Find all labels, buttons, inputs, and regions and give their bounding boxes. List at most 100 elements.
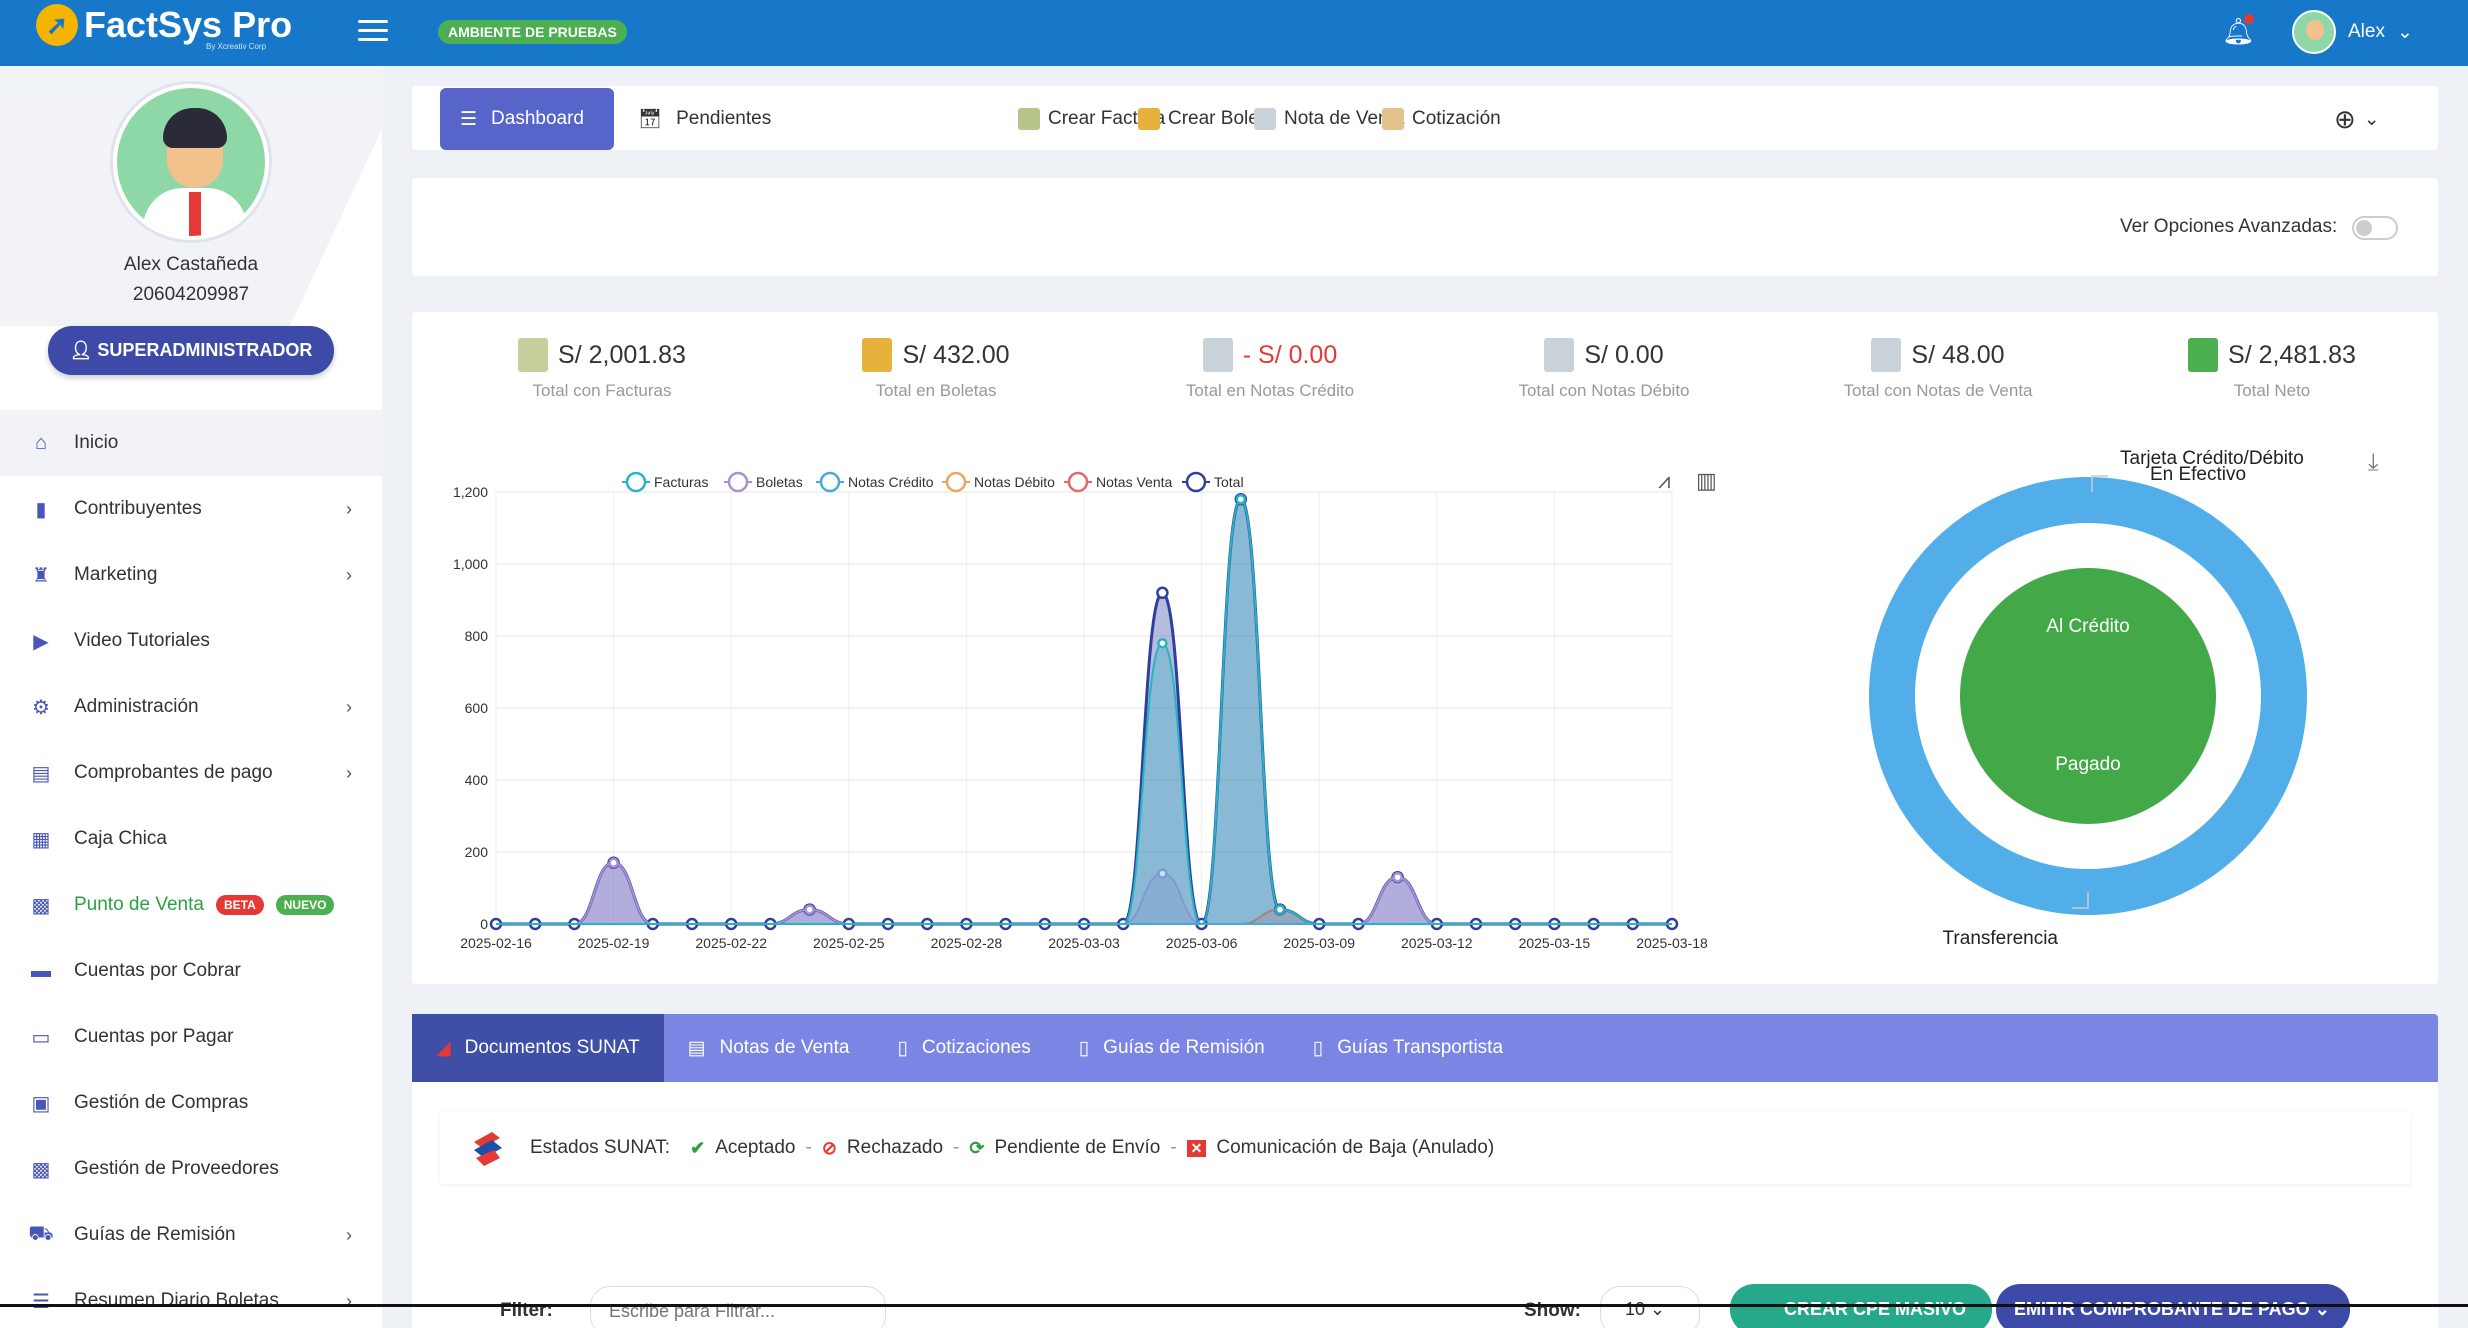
chevron-right-icon: ›: [346, 696, 352, 717]
dashboard-stats-card: S/ 2,001.83 Total con Facturas S/ 432.00…: [412, 312, 2438, 984]
x-tick-label: 2025-03-12: [1401, 935, 1473, 951]
document-icon: ▤: [31, 762, 51, 785]
legend-marker: [819, 471, 841, 493]
tab-guias-de-remision[interactable]: ▯ Guías de Remisión: [1055, 1014, 1289, 1082]
store-icon: ▩: [31, 894, 51, 917]
legend-label: Notas Débito: [974, 474, 1055, 490]
sidebar-item-resumen-diario-boletas[interactable]: ☰ Resumen Diario Boletas ›: [0, 1268, 382, 1328]
legend-marker: [1067, 471, 1089, 493]
list-icon: ☰: [32, 1290, 50, 1313]
charts-area: 0 200 400 600 800 1,000 1,200 2025-02-16 2025-02…: [453, 448, 2379, 951]
filter-input[interactable]: [590, 1286, 886, 1328]
x-tick-label: 2025-03-03: [1048, 935, 1120, 951]
x-tick-label: 2025-02-19: [578, 935, 650, 951]
sidebar-item-gu-as-de-remisi-n[interactable]: ⛟ Guías de Remisión ›: [0, 1202, 382, 1268]
quotation-button[interactable]: Cotización: [1382, 88, 1501, 150]
legend-label: Boletas: [756, 474, 803, 490]
x-tick-label: 2025-03-06: [1166, 935, 1238, 951]
more-actions-button[interactable]: ⊕ ⌄: [2334, 88, 2380, 150]
x-tick-label: 2025-03-15: [1519, 935, 1591, 951]
document-arrow-icon: ▯: [1312, 1037, 1324, 1059]
tab-pendientes[interactable]: 📅︎ Pendientes: [638, 88, 771, 150]
sidebar-item-label: Caja Chica: [74, 828, 167, 849]
donut-label-transferencia: Transferencia: [1943, 928, 2059, 949]
sidebar-item-marketing[interactable]: ♜ Marketing ›: [0, 542, 382, 608]
tab-cotizaciones[interactable]: ▯ Cotizaciones: [873, 1014, 1054, 1082]
clipboard-icon: [1254, 108, 1276, 130]
app-tagline: By Xcreativ Corp: [206, 42, 267, 51]
building-icon: ▮: [35, 498, 47, 521]
profile-ruc: 20604209987: [132, 284, 250, 305]
coins-icon: [1138, 108, 1160, 130]
sidebar-item-contribuyentes[interactable]: ▮ Contribuyentes ›: [0, 476, 382, 542]
tab-documentos-sunat[interactable]: ◢ Documentos SUNAT: [412, 1014, 664, 1082]
chevron-down-icon: ⌄: [2314, 1298, 2330, 1319]
chevron-down-icon: ⌄: [1650, 1299, 1666, 1319]
y-tick-label: 1,200: [453, 484, 488, 500]
sidebar-item-cuentas-por-cobrar[interactable]: ▬ Cuentas por Cobrar: [0, 938, 382, 1004]
profile-name: Alex Castañeda: [123, 254, 259, 275]
data-point: [1156, 586, 1169, 600]
donut-inner-slice-pagado: [1960, 568, 2088, 824]
environment-badge: AMBIENTE DE PRUEBAS: [438, 20, 627, 44]
chevron-down-icon: ⌄: [2363, 108, 2380, 130]
sidebar-item-cuentas-por-pagar[interactable]: ▭ Cuentas por Pagar: [0, 1004, 382, 1070]
forbidden-icon: ⊘: [821, 1137, 837, 1158]
card-icon: ▭: [31, 1026, 51, 1049]
menu-toggle-button[interactable]: [358, 20, 388, 46]
legend-marker: [625, 471, 647, 493]
sidebar-item-label: Cuentas por Pagar: [74, 1026, 234, 1047]
donut-label-al-credito: Al Crédito: [2046, 616, 2129, 637]
x-tick-label: 2025-02-16: [460, 935, 532, 951]
chevron-right-icon: ›: [346, 564, 352, 585]
sidebar-item-label: Marketing: [74, 564, 158, 585]
role-button[interactable]: 👤︎ SUPERADMINISTRADOR: [47, 326, 335, 375]
x-tick-label: 2025-03-09: [1283, 935, 1355, 951]
tab-dashboard[interactable]: ☰ Dashboard: [440, 88, 614, 150]
data-point: [1235, 493, 1247, 505]
sidebar-item-comprobantes-de-pago[interactable]: ▤ Comprobantes de pago ›: [0, 740, 382, 806]
legend-label: Total: [1214, 474, 1244, 490]
y-tick-label: 0: [480, 916, 488, 932]
sidebar-item-gesti-n-de-proveedores[interactable]: ▩ Gestión de Proveedores: [0, 1136, 382, 1202]
warehouse-icon: ▩: [31, 1158, 51, 1181]
page-size-select[interactable]: 10 ⌄: [1600, 1286, 1700, 1328]
chevron-right-icon: ›: [346, 1224, 352, 1245]
sidebar-item-inicio[interactable]: ⌂ Inicio: [0, 410, 382, 476]
sidebar-item-label: Guías de Remisión: [74, 1224, 236, 1245]
sidebar-item-label: Punto de Venta: [74, 894, 204, 915]
sidebar-item-administraci-n[interactable]: ⚙ Administración ›: [0, 674, 382, 740]
notifications-button[interactable]: 🔔︎: [2222, 14, 2255, 48]
money-icon: ▬: [31, 959, 51, 982]
document-icon: ▯: [897, 1037, 908, 1059]
advanced-options-toggle[interactable]: [2352, 216, 2398, 240]
x-tick-label: 2025-02-22: [695, 935, 767, 951]
x-tick-label: 2025-02-25: [813, 935, 885, 951]
chevron-right-icon: ›: [346, 1290, 352, 1311]
sidebar-item-gesti-n-de-compras[interactable]: ▣ Gestión de Compras: [0, 1070, 382, 1136]
y-tick-label: 1,000: [453, 556, 488, 572]
tab-guias-transportista[interactable]: ▯ Guías Transportista: [1289, 1014, 1527, 1082]
dashboard-tabs-bar: ☰ Dashboard 📅︎ Pendientes Crear Factura …: [412, 86, 2438, 150]
top-bar: ➚ FactSys Pro By Xcreativ Corp AMBIENTE …: [0, 0, 2468, 66]
sidebar-item-punto-de-venta[interactable]: ▩ Punto de Venta BETA NUEVO: [0, 872, 382, 938]
invoice-icon: [1018, 108, 1040, 130]
data-point: [608, 857, 619, 869]
app-logo[interactable]: ➚ FactSys Pro By Xcreativ Corp: [36, 4, 293, 51]
user-menu[interactable]: Alex ⌄: [2292, 10, 2413, 54]
menu-icon: ☰: [460, 108, 478, 130]
legend-marker: [727, 471, 749, 493]
data-point: [1392, 871, 1403, 883]
x-tick-label: 2025-02-28: [931, 935, 1003, 951]
legend-label: Notas Venta: [1096, 474, 1172, 490]
line-chart-icon: ⩘: [1658, 468, 1670, 493]
sidebar-nav: ⌂ Inicio ▮ Contribuyentes › ♜ Marketing › ▶ Video…: [0, 410, 382, 1328]
app-name: FactSys Pro: [84, 4, 293, 45]
y-tick-label: 400: [465, 772, 489, 788]
sidebar-item-video-tutoriales[interactable]: ▶ Video Tutoriales: [0, 608, 382, 674]
sidebar-item-label: Video Tutoriales: [74, 630, 210, 651]
tab-notas-de-venta[interactable]: ▤ Notas de Venta: [664, 1014, 874, 1082]
sidebar-item-caja-chica[interactable]: ▦ Caja Chica: [0, 806, 382, 872]
data-point: [1157, 637, 1168, 649]
bag-icon: ▣: [31, 1092, 51, 1115]
